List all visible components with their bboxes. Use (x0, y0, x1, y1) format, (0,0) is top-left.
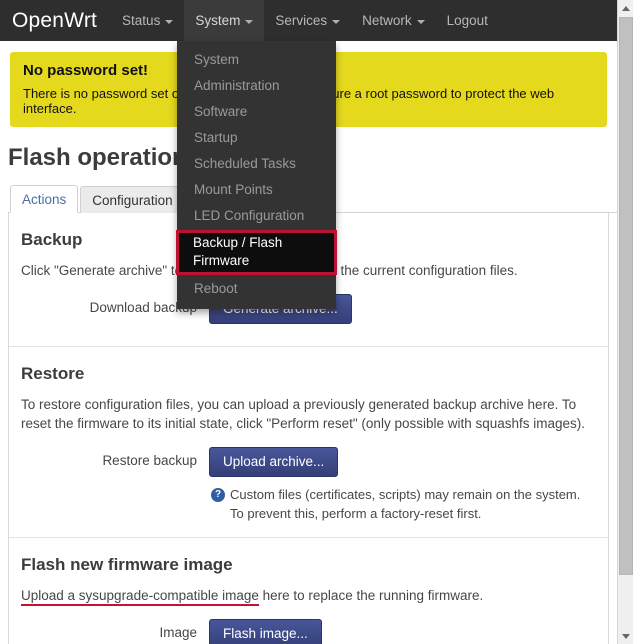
chevron-down-icon (417, 20, 425, 24)
nav-item-system-label: System (195, 0, 240, 41)
system-dropdown-menu: System Administration Software Startup S… (177, 41, 336, 309)
sysupgrade-image-link[interactable]: Upload a sysupgrade-compatible image (21, 588, 259, 606)
restore-section-description: To restore configuration files, you can … (21, 395, 596, 433)
menu-item-mount-points[interactable]: Mount Points (177, 177, 336, 203)
browser-viewport: OpenWrt Status System Services Network L… (0, 0, 617, 644)
menu-item-scheduled-tasks[interactable]: Scheduled Tasks (177, 151, 336, 177)
menu-item-administration[interactable]: Administration (177, 73, 336, 99)
upload-archive-button[interactable]: Upload archive... (209, 447, 338, 477)
scroll-up-arrow-icon[interactable] (618, 0, 633, 16)
nav-item-services-label: Services (275, 0, 327, 41)
nav-item-status-label: Status (122, 0, 160, 41)
menu-item-software[interactable]: Software (177, 99, 336, 125)
nav-item-status[interactable]: Status (111, 0, 184, 41)
menu-item-reboot[interactable]: Reboot (177, 276, 336, 302)
flash-firmware-section: Flash new firmware image Upload a sysupg… (9, 537, 608, 644)
top-navbar: OpenWrt Status System Services Network L… (0, 0, 617, 41)
scrollbar-thumb[interactable] (619, 17, 633, 575)
nav-item-network[interactable]: Network (351, 0, 436, 41)
tab-actions[interactable]: Actions (10, 185, 78, 213)
flash-description-rest: here to replace the running firmware. (259, 588, 483, 603)
menu-item-backup-flash-firmware[interactable]: Backup / Flash Firmware (176, 230, 337, 275)
flash-section-description: Upload a sysupgrade-compatible image her… (21, 586, 596, 605)
menu-item-led-configuration[interactable]: LED Configuration (177, 203, 336, 229)
flash-section-title: Flash new firmware image (21, 555, 596, 575)
chevron-down-icon (245, 20, 253, 24)
help-circle-icon: ? (211, 488, 225, 502)
flash-image-row: Image Flash image... (21, 619, 596, 644)
restore-backup-label: Restore backup (21, 447, 209, 468)
tab-configuration[interactable]: Configuration (80, 186, 184, 213)
scroll-down-arrow-icon[interactable] (618, 628, 633, 644)
restore-section-title: Restore (21, 364, 596, 384)
menu-item-startup[interactable]: Startup (177, 125, 336, 151)
nav-item-network-label: Network (362, 0, 412, 41)
chevron-down-icon (165, 20, 173, 24)
chevron-down-icon (332, 20, 340, 24)
image-label: Image (21, 619, 209, 640)
menu-item-system[interactable]: System (177, 47, 336, 73)
page-scrollbar[interactable] (617, 0, 633, 644)
restore-hint-text: Custom files (certificates, scripts) may… (230, 485, 596, 523)
nav-item-logout[interactable]: Logout (436, 0, 499, 41)
restore-backup-row: Restore backup Upload archive... (21, 447, 596, 477)
nav-item-services[interactable]: Services (264, 0, 351, 41)
flash-image-button[interactable]: Flash image... (209, 619, 322, 644)
brand-logo[interactable]: OpenWrt (0, 0, 111, 41)
nav-item-system[interactable]: System (184, 0, 264, 41)
restore-section: Restore To restore configuration files, … (9, 346, 608, 537)
restore-hint-row: ? Custom files (certificates, scripts) m… (209, 485, 596, 523)
nav-item-logout-label: Logout (447, 0, 488, 41)
